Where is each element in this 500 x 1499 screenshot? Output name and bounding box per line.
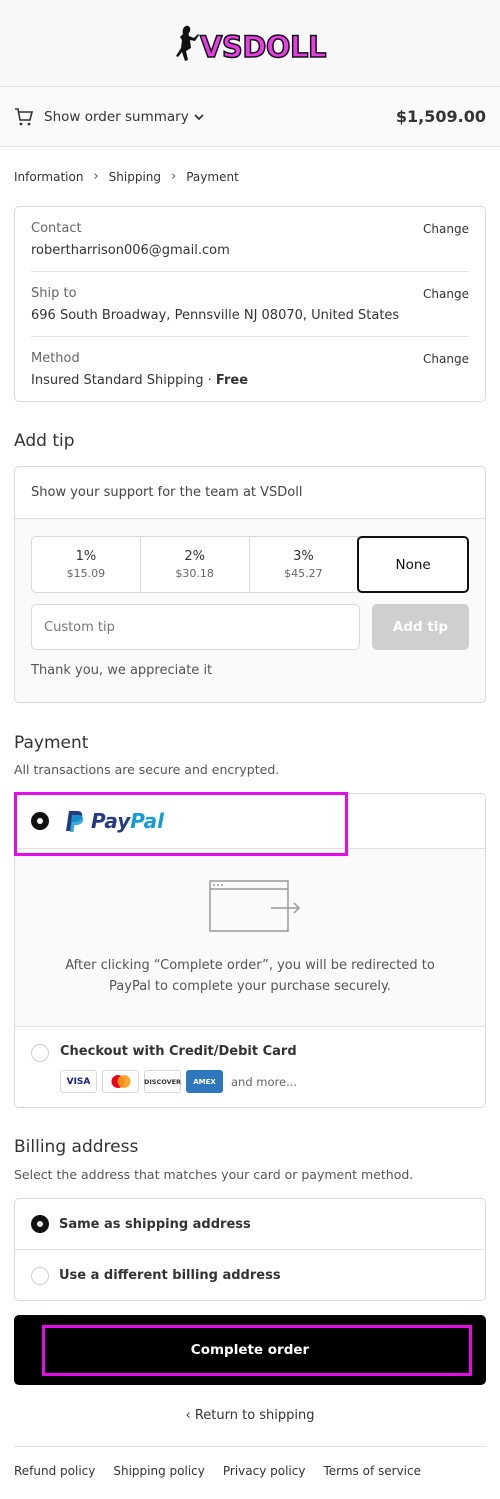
mastercard-icon	[102, 1070, 139, 1093]
change-ship-to-link[interactable]: Change	[423, 287, 469, 301]
breadcrumb-information[interactable]: Information	[14, 170, 83, 184]
breadcrumb-payment: Payment	[186, 169, 239, 184]
tip-percent: 3%	[293, 549, 314, 564]
store-header: VSDOLL	[0, 0, 500, 87]
change-contact-link[interactable]: Change	[423, 222, 469, 236]
contact-value: robertharrison006@gmail.com	[31, 243, 230, 258]
ship-to-value: 696 South Broadway, Pennsville NJ 08070,…	[31, 308, 400, 323]
chevron-down-icon	[194, 113, 204, 120]
method-name: Insured Standard Shipping ·	[31, 373, 216, 388]
store-logo[interactable]: VSDOLL	[174, 24, 327, 64]
breadcrumb: Information › Shipping › Payment	[14, 169, 239, 184]
tip-percent: 1%	[75, 549, 97, 564]
billing-subtitle: Select the address that matches your car…	[14, 1167, 414, 1182]
breadcrumb-shipping[interactable]: Shipping	[109, 170, 161, 184]
paypal-text-pal: Pal	[130, 809, 165, 833]
cart-icon	[15, 107, 34, 125]
billing-same-radio[interactable]	[31, 1215, 49, 1233]
amex-icon: AMEX	[186, 1070, 223, 1093]
method-label: Method	[31, 351, 80, 366]
billing-same-option[interactable]: Same as shipping address	[15, 1199, 485, 1250]
more-cards-text: and more...	[231, 1074, 298, 1089]
tip-option-3[interactable]: 3% $45.27	[250, 537, 359, 592]
card-logos: VISA DISCOVER AMEX and more...	[60, 1070, 297, 1093]
tip-support-text: Show your support for the team at VSDoll	[15, 467, 485, 519]
tip-thanks-text: Thank you, we appreciate it	[31, 663, 213, 678]
billing-options-box: Same as shipping address Use a different…	[14, 1198, 486, 1301]
card-radio[interactable]	[31, 1044, 49, 1062]
custom-tip-input[interactable]: Custom tip	[31, 604, 360, 650]
chevron-right-icon: ›	[93, 169, 99, 184]
chevron-right-icon: ›	[171, 169, 177, 184]
tip-amount: $15.09	[66, 567, 106, 580]
tip-box: Show your support for the team at VSDoll…	[14, 466, 486, 703]
payment-methods-box: PayPal After clicking “Complete order”, …	[14, 793, 486, 1108]
paypal-logo: PayPal	[65, 809, 164, 833]
paypal-radio[interactable]	[31, 812, 49, 830]
payment-title: Payment	[14, 733, 89, 753]
add-tip-title: Add tip	[14, 431, 75, 451]
return-to-shipping-label: Return to shipping	[194, 1408, 315, 1423]
return-to-shipping-link[interactable]: ‹ Return to shipping	[0, 1408, 500, 1423]
discover-icon: DISCOVER	[144, 1070, 181, 1093]
tip-amount: $30.18	[175, 567, 214, 580]
tip-option-2[interactable]: 2% $30.18	[141, 537, 250, 592]
paypal-option[interactable]: PayPal	[15, 794, 485, 849]
billing-different-radio[interactable]	[31, 1266, 49, 1285]
method-value: Insured Standard Shipping · Free	[31, 373, 248, 388]
terms-of-service-link[interactable]: Terms of service	[323, 1464, 421, 1478]
change-method-link[interactable]: Change	[423, 352, 469, 366]
tip-amount: $45.27	[284, 567, 323, 580]
card-option-label: Checkout with Credit/Debit Card	[60, 1044, 297, 1059]
tip-option-1[interactable]: 1% $15.09	[32, 537, 141, 592]
paypal-text-pay: Pay	[91, 809, 131, 833]
tip-body: 1% $15.09 2% $30.18 3% $45.27 None Custo…	[15, 519, 485, 702]
chevron-left-icon: ‹	[185, 1408, 195, 1423]
billing-title: Billing address	[14, 1137, 139, 1157]
method-price: Free	[215, 373, 249, 388]
card-option[interactable]: Checkout with Credit/Debit Card VISA DIS…	[15, 1027, 485, 1106]
add-tip-button[interactable]: Add tip	[372, 604, 469, 650]
billing-different-label: Use a different billing address	[59, 1268, 281, 1283]
review-contact: Contact robertharrison006@gmail.com Chan…	[31, 207, 469, 272]
billing-different-option[interactable]: Use a different billing address	[15, 1250, 485, 1301]
order-total: $1,509.00	[395, 107, 486, 126]
contact-label: Contact	[31, 221, 82, 236]
logo-text: VSDOLL	[199, 30, 327, 64]
privacy-policy-link[interactable]: Privacy policy	[223, 1464, 306, 1478]
paypal-redirect-text: After clicking “Complete order”, you wil…	[65, 958, 435, 994]
tip-option-none[interactable]: None	[357, 536, 469, 593]
complete-order-button[interactable]: Complete order	[14, 1315, 486, 1385]
review-method: Method Insured Standard Shipping · Free …	[31, 337, 469, 402]
billing-same-label: Same as shipping address	[59, 1216, 251, 1232]
order-summary-toggle[interactable]: Show order summary $1,509.00	[0, 87, 500, 147]
paypal-icon	[66, 810, 84, 832]
tip-options: 1% $15.09 2% $30.18 3% $45.27 None	[31, 536, 469, 593]
shipping-policy-link[interactable]: Shipping policy	[113, 1464, 205, 1478]
refund-policy-link[interactable]: Refund policy	[14, 1464, 95, 1478]
order-summary-label: Show order summary	[44, 108, 189, 125]
payment-subtitle: All transactions are secure and encrypte…	[14, 762, 280, 777]
review-box: Contact robertharrison006@gmail.com Chan…	[14, 206, 486, 402]
policy-footer: Refund policy Shipping policy Privacy po…	[14, 1446, 486, 1478]
visa-icon: VISA	[60, 1070, 97, 1093]
browser-redirect-icon	[209, 880, 301, 932]
silhouette-icon	[175, 25, 199, 61]
tip-percent: 2%	[184, 549, 205, 564]
review-ship-to: Ship to 696 South Broadway, Pennsville N…	[31, 272, 469, 337]
ship-to-label: Ship to	[31, 286, 77, 301]
paypal-redirect-info: After clicking “Complete order”, you wil…	[15, 849, 485, 1027]
